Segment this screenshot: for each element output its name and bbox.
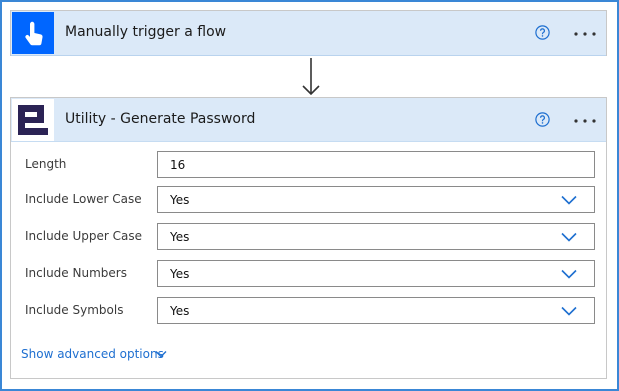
action-card-header[interactable]: Utility - Generate Password: [11, 98, 606, 142]
more-options-icon[interactable]: [574, 119, 596, 123]
touch-hand-icon: [12, 12, 54, 54]
include-symbols-dropdown[interactable]: Yes: [157, 297, 595, 324]
flow-canvas: Manually trigger a flow Utility - Genera…: [0, 0, 619, 391]
more-options-icon[interactable]: [574, 32, 596, 36]
trigger-title: Manually trigger a flow: [65, 24, 227, 40]
include-upper-case-label: Include Upper Case: [25, 229, 143, 243]
include-lower-case-label: Include Lower Case: [25, 192, 142, 206]
chevron-down-icon: [561, 269, 577, 279]
include-upper-case-value: Yes: [170, 230, 190, 244]
include-upper-case-dropdown[interactable]: Yes: [157, 223, 595, 250]
connector-arrow-icon: [302, 58, 320, 96]
chevron-down-icon: [561, 306, 577, 316]
trigger-card[interactable]: Manually trigger a flow: [10, 10, 607, 56]
include-lower-case-value: Yes: [170, 193, 190, 207]
action-title: Utility - Generate Password: [65, 111, 256, 127]
include-symbols-value: Yes: [170, 304, 190, 318]
include-lower-case-dropdown[interactable]: Yes: [157, 186, 595, 213]
help-icon[interactable]: [535, 112, 550, 127]
length-value: 16: [170, 158, 186, 172]
show-advanced-options-link[interactable]: Show advanced options: [21, 347, 164, 361]
chevron-down-icon[interactable]: [155, 350, 167, 358]
action-card: Utility - Generate Password Length 16 In…: [10, 97, 607, 379]
help-icon[interactable]: [535, 25, 550, 40]
length-label: Length: [25, 157, 67, 171]
chevron-down-icon: [561, 195, 577, 205]
chevron-down-icon: [561, 232, 577, 242]
include-numbers-value: Yes: [170, 267, 190, 281]
trigger-card-header[interactable]: Manually trigger a flow: [11, 11, 606, 56]
length-input[interactable]: 16: [157, 151, 595, 178]
include-numbers-label: Include Numbers: [25, 266, 127, 280]
utility-logo-icon: [12, 99, 54, 141]
include-symbols-label: Include Symbols: [25, 303, 124, 317]
include-numbers-dropdown[interactable]: Yes: [157, 260, 595, 287]
